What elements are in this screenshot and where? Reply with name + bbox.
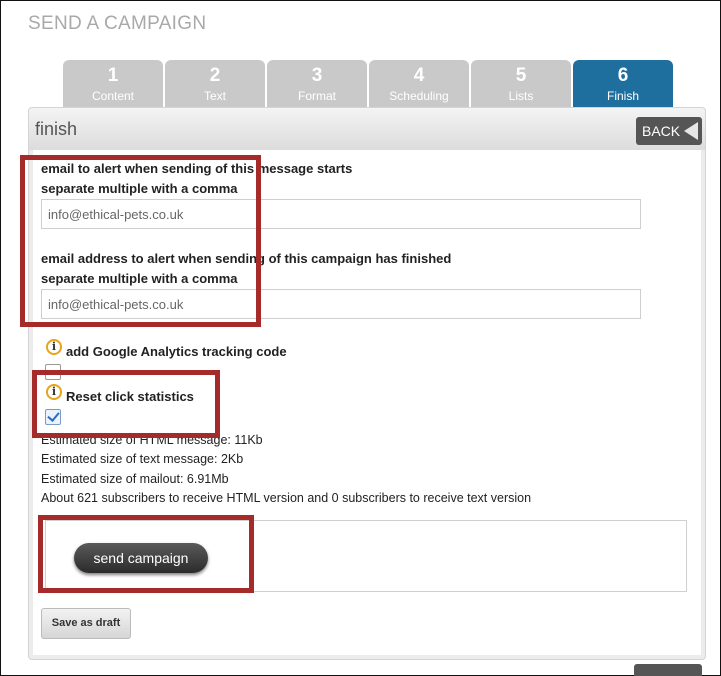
- tab-label: Finish: [606, 89, 639, 103]
- back-button[interactable]: BACK: [636, 117, 702, 145]
- text-size-text: Estimated size of text message: 2Kb: [41, 452, 244, 466]
- page-title: SEND A CAMPAIGN: [28, 13, 207, 34]
- tab-content[interactable]: 1 Content: [63, 60, 163, 107]
- subscribers-text: About 621 subscribers to receive HTML ve…: [41, 491, 532, 505]
- tab-finish[interactable]: 6 Finish: [573, 60, 673, 107]
- tab-scheduling[interactable]: 4 Scheduling: [369, 60, 469, 107]
- save-as-draft-button[interactable]: Save as draft: [41, 608, 131, 639]
- back-arrow-icon: [684, 122, 698, 140]
- highlight-box-reset-stats: [32, 370, 220, 438]
- analytics-label: add Google Analytics tracking code: [66, 344, 287, 359]
- tab-number: 6: [617, 65, 629, 86]
- bottom-back-button[interactable]: [634, 664, 702, 676]
- back-button-label: BACK: [642, 123, 681, 139]
- panel-header: finish BACK: [29, 108, 705, 150]
- tab-number: 4: [413, 65, 425, 86]
- tab-number: 2: [209, 65, 221, 86]
- tab-number: 1: [107, 65, 119, 86]
- tab-number: 3: [311, 65, 323, 86]
- panel-title: finish: [35, 119, 78, 139]
- tab-label: Format: [297, 89, 336, 103]
- tab-format[interactable]: 3 Format: [267, 60, 367, 107]
- tab-number: 5: [515, 65, 527, 86]
- tab-label: Content: [91, 89, 135, 103]
- tab-lists[interactable]: 5 Lists: [471, 60, 571, 107]
- highlight-box-send-campaign: [38, 515, 254, 593]
- mailout-size-text: Estimated size of mailout: 6.91Mb: [41, 472, 229, 486]
- highlight-box-email-alerts: [20, 155, 261, 327]
- tab-label: Scheduling: [389, 89, 449, 103]
- tab-text[interactable]: 2 Text: [165, 60, 265, 107]
- tab-label: Text: [203, 89, 226, 103]
- tab-label: Lists: [508, 89, 534, 103]
- info-icon[interactable]: i: [46, 339, 62, 355]
